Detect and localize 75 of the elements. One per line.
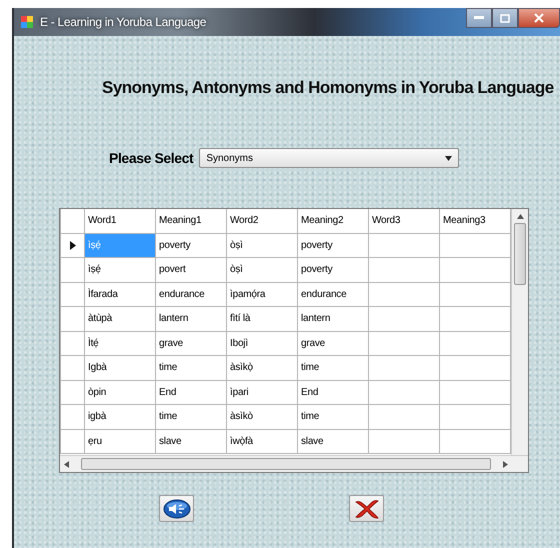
table-cell: ìpamọ́ra	[226, 282, 298, 306]
close-app-button[interactable]	[349, 495, 384, 522]
dropdown-arrow-icon	[445, 156, 452, 160]
close-icon	[534, 13, 544, 23]
heading: Synonyms, Antonyms and Homonyms in Yoruba Language	[102, 78, 554, 98]
table-cell: lantern	[156, 306, 226, 331]
app-icon	[20, 15, 34, 29]
speaker-icon	[162, 498, 190, 518]
column-header[interactable]: Word1	[84, 209, 156, 233]
category-dropdown[interactable]: Synonyms	[199, 148, 460, 168]
table-cell: àtùpà	[84, 306, 156, 331]
column-header[interactable]: Meaning1	[156, 209, 226, 233]
column-header[interactable]: Word2	[226, 209, 298, 233]
table-cell	[368, 258, 440, 282]
column-header[interactable]: Meaning2	[298, 209, 368, 233]
scroll-thumb[interactable]	[514, 223, 526, 285]
table-cell: time	[156, 356, 226, 380]
table-cell: End	[298, 380, 368, 404]
row-pointer-icon	[70, 240, 76, 250]
table-cell: Igbà	[84, 356, 156, 380]
speaker-button[interactable]	[159, 495, 194, 522]
table-cell: ìṣẹ́	[84, 258, 156, 282]
table-cell: endurance	[156, 282, 226, 306]
table-cell: grave	[156, 331, 226, 356]
table-cell: àsìkọ̀	[226, 356, 298, 380]
table-cell	[368, 356, 440, 380]
table-cell: slave	[298, 429, 368, 454]
horizontal-scrollbar[interactable]	[60, 455, 528, 472]
scroll-right-icon	[503, 460, 508, 468]
table-cell: time	[298, 404, 368, 429]
table-cell: Ibojì	[226, 331, 298, 356]
table-cell: ìwọ̀fà	[226, 429, 298, 454]
maximize-icon	[500, 14, 510, 22]
table-cell: slave	[156, 429, 226, 454]
table-cell: òpin	[84, 380, 156, 404]
maximize-button[interactable]	[492, 8, 518, 28]
table-cell: òṣì	[226, 233, 298, 258]
window-title: E - Learning in Yoruba Language	[40, 15, 208, 29]
table-cell	[368, 233, 440, 258]
table-cell: ìpari	[226, 380, 298, 404]
table-cell: fìtí là	[226, 306, 298, 331]
minimize-button[interactable]	[466, 8, 492, 28]
table-cell: ẹru	[84, 429, 156, 454]
cross-icon	[354, 498, 380, 520]
table-cell	[368, 380, 440, 404]
table-cell: igbà	[84, 404, 156, 429]
table-cell: Ìfarada	[84, 282, 156, 306]
table-cell: End	[156, 380, 226, 404]
table-cell: poverty	[298, 233, 368, 258]
table-cell	[368, 282, 440, 306]
select-label: Please Select	[109, 150, 194, 166]
table-cell: poverty	[156, 233, 226, 258]
column-header[interactable]: Word3	[368, 209, 440, 233]
table-cell: time	[156, 404, 226, 429]
table-cell: lantern	[298, 306, 368, 331]
scroll-left-icon	[64, 460, 69, 468]
table-cell	[368, 429, 440, 454]
column-header[interactable]: Meaning3	[440, 209, 510, 233]
table-cell: endurance	[298, 282, 368, 306]
table-cell: Ìtẹ́	[84, 331, 156, 356]
minimize-icon	[474, 16, 484, 20]
table-cell	[368, 404, 440, 429]
table-cell: grave	[298, 331, 368, 356]
table-cell: povert	[156, 258, 226, 282]
scroll-thumb[interactable]	[81, 458, 491, 470]
table-cell: àsìkò	[226, 404, 298, 429]
vertical-scrollbar[interactable]	[511, 209, 528, 455]
table-cell: time	[298, 356, 368, 380]
table-cell	[368, 306, 440, 331]
table-cell	[368, 331, 440, 356]
close-button[interactable]	[518, 8, 560, 28]
table-cell: òṣì	[226, 258, 298, 282]
table-cell: ìṣẹ́	[84, 233, 156, 258]
table-cell: poverty	[298, 258, 368, 282]
scroll-up-icon	[516, 214, 524, 219]
